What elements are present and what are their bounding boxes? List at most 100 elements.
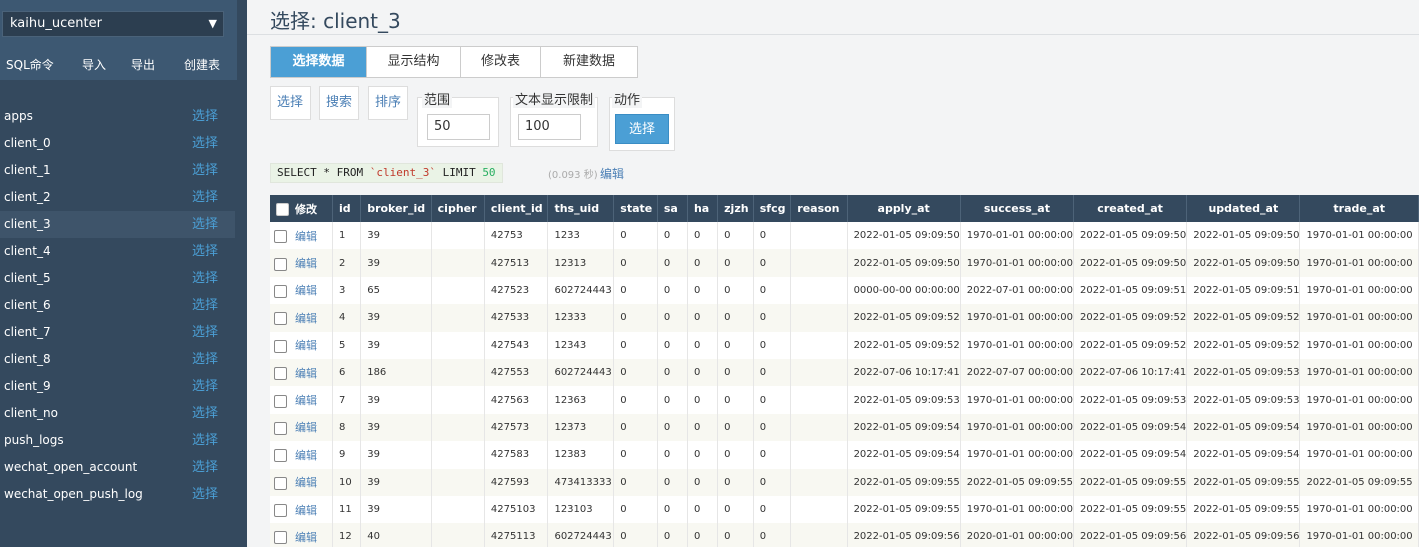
sidebar-table-name[interactable]: client_7 — [4, 319, 51, 346]
sidebar-table-name[interactable]: wechat_open_push_log — [4, 481, 143, 508]
row-edit-link[interactable]: 编辑 — [295, 339, 317, 352]
database-select[interactable]: kaihu_ucenter ▼ — [2, 11, 224, 37]
column-header[interactable]: sa — [657, 195, 688, 222]
create-table-link[interactable]: 创建表 — [184, 56, 220, 73]
sidebar-table-name[interactable]: push_logs — [4, 427, 64, 454]
row-edit-link[interactable]: 编辑 — [295, 421, 317, 434]
column-header[interactable]: updated_at — [1186, 195, 1301, 222]
row-edit-link[interactable]: 编辑 — [295, 504, 317, 517]
column-header[interactable]: broker_id — [360, 195, 432, 222]
sidebar-table-name[interactable]: client_no — [4, 400, 58, 427]
row-checkbox[interactable] — [274, 421, 287, 435]
sidebar-table-select-link[interactable]: 选择 — [192, 103, 218, 130]
row-edit-link[interactable]: 编辑 — [295, 449, 317, 462]
sidebar-table-name[interactable]: client_5 — [4, 265, 51, 292]
export-link[interactable]: 导出 — [131, 56, 155, 73]
table-cell: 0 — [753, 358, 792, 387]
sidebar-table-select-link[interactable]: 选择 — [192, 373, 218, 400]
sidebar-table-select-link[interactable]: 选择 — [192, 130, 218, 157]
row-edit-link[interactable]: 编辑 — [295, 312, 317, 325]
sidebar-table-select-link[interactable]: 选择 — [192, 211, 218, 238]
column-header[interactable]: ha — [687, 195, 719, 222]
column-header[interactable]: sfcg — [753, 195, 792, 222]
table-cell: 2022-01-05 09:09:53 — [847, 386, 961, 414]
text-limit-input[interactable]: 100 — [518, 114, 581, 140]
row-checkbox[interactable] — [274, 367, 287, 381]
sidebar-table-name[interactable]: client_3 — [4, 211, 51, 238]
sidebar-table-select-link[interactable]: 选择 — [192, 319, 218, 346]
row-edit-link[interactable]: 编辑 — [295, 394, 317, 407]
row-edit-link[interactable]: 编辑 — [295, 476, 317, 489]
column-header[interactable]: id — [332, 195, 362, 222]
select-all-checkbox[interactable] — [276, 203, 289, 216]
sidebar-table-name[interactable]: client_2 — [4, 184, 51, 211]
column-header[interactable]: state — [613, 195, 658, 222]
row-checkbox[interactable] — [274, 257, 287, 271]
table-cell: 1970-01-01 00:00:00 — [960, 249, 1075, 277]
sidebar-table-select-link[interactable]: 选择 — [192, 454, 218, 481]
column-header[interactable]: client_id — [484, 195, 549, 222]
search-link[interactable]: 搜索 — [326, 91, 352, 110]
table-cell: 427563 — [484, 386, 549, 414]
tab-select-data[interactable]: 选择数据 — [271, 47, 367, 77]
sidebar-table-select-link[interactable]: 选择 — [192, 481, 218, 508]
sidebar-table-select-link[interactable]: 选择 — [192, 265, 218, 292]
row-checkbox[interactable] — [274, 476, 287, 490]
sidebar-table-select-link[interactable]: 选择 — [192, 238, 218, 265]
sidebar-table-name[interactable]: client_1 — [4, 157, 51, 184]
sort-link[interactable]: 排序 — [375, 91, 401, 110]
import-link[interactable]: 导入 — [82, 56, 106, 73]
sidebar-table-select-link[interactable]: 选择 — [192, 184, 218, 211]
table-cell: 473413333 — [547, 468, 615, 496]
sidebar-table-name[interactable]: client_6 — [4, 292, 51, 319]
range-input[interactable]: 50 — [427, 114, 490, 140]
column-header[interactable]: apply_at — [847, 195, 961, 222]
tab-alter-table[interactable]: 修改表 — [461, 47, 541, 77]
row-edit-link[interactable]: 编辑 — [295, 367, 317, 380]
column-header[interactable]: zjzh — [717, 195, 754, 222]
row-edit-link[interactable]: 编辑 — [295, 284, 317, 297]
row-edit-link[interactable]: 编辑 — [295, 230, 317, 243]
row-checkbox[interactable] — [274, 312, 287, 326]
sidebar-table-name[interactable]: client_9 — [4, 373, 51, 400]
sidebar-table-select-link[interactable]: 选择 — [192, 400, 218, 427]
column-header[interactable]: ths_uid — [547, 195, 615, 222]
table-cell: 0 — [687, 495, 719, 524]
row-checkbox[interactable] — [274, 504, 287, 518]
table-cell: 0 — [657, 523, 688, 547]
row-edit-link[interactable]: 编辑 — [295, 257, 317, 270]
row-checkbox[interactable] — [274, 394, 287, 408]
sidebar-table-name[interactable]: client_8 — [4, 346, 51, 373]
table-cell — [790, 276, 848, 305]
column-header[interactable]: success_at — [960, 195, 1075, 222]
column-header[interactable]: trade_at — [1299, 195, 1419, 222]
row-checkbox[interactable] — [274, 230, 287, 244]
tab-new-data[interactable]: 新建数据 — [541, 47, 637, 77]
row-checkbox[interactable] — [274, 284, 287, 298]
column-header[interactable]: reason — [790, 195, 848, 222]
column-header[interactable]: created_at — [1073, 195, 1188, 222]
table-cell: 2022-01-05 09:09:50 — [847, 222, 961, 250]
table-cell: 0 — [657, 413, 688, 442]
sidebar-table-select-link[interactable]: 选择 — [192, 346, 218, 373]
row-checkbox[interactable] — [274, 531, 287, 545]
row-edit-cell: 编辑 — [270, 276, 334, 305]
row-checkbox[interactable] — [274, 449, 287, 463]
sidebar-table-name[interactable]: client_4 — [4, 238, 51, 265]
sidebar-table-name[interactable]: apps — [4, 103, 33, 130]
table-cell — [790, 413, 848, 442]
sql-edit-link[interactable]: 编辑 — [600, 165, 624, 182]
row-edit-link[interactable]: 编辑 — [295, 531, 317, 544]
sidebar-table-select-link[interactable]: 选择 — [192, 157, 218, 184]
row-checkbox[interactable] — [274, 339, 287, 353]
sql-command-link[interactable]: SQL命令 — [6, 56, 54, 73]
sidebar-table-name[interactable]: client_0 — [4, 130, 51, 157]
sidebar-table-select-link[interactable]: 选择 — [192, 292, 218, 319]
tab-bar: 选择数据 显示结构 修改表 新建数据 — [270, 46, 638, 78]
sidebar-table-select-link[interactable]: 选择 — [192, 427, 218, 454]
select-columns-link[interactable]: 选择 — [277, 91, 303, 110]
sidebar-table-name[interactable]: wechat_open_account — [4, 454, 137, 481]
tab-show-structure[interactable]: 显示结构 — [367, 47, 461, 77]
select-button[interactable]: 选择 — [615, 114, 669, 144]
column-header[interactable]: cipher — [431, 195, 485, 222]
